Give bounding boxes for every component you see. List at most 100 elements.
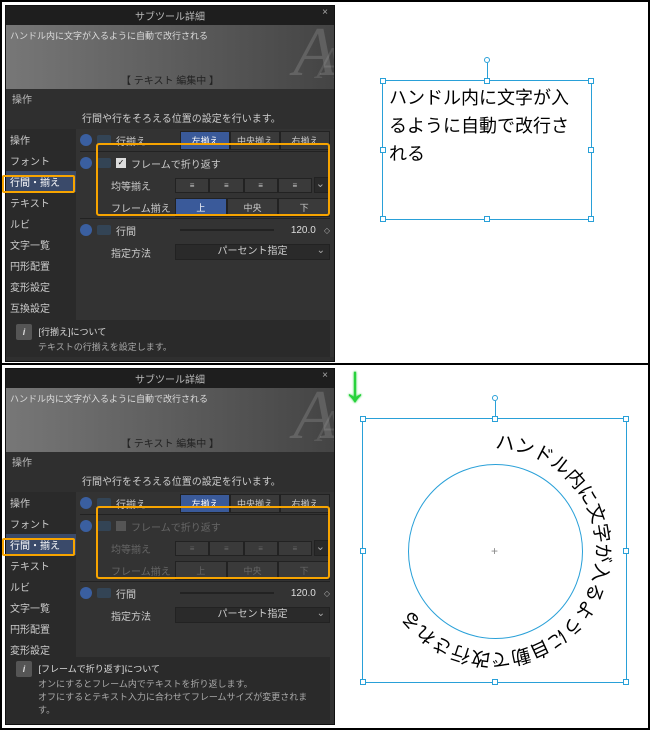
justify-dropdown[interactable] <box>314 540 330 556</box>
align-left-button[interactable]: 左揃え <box>180 494 230 513</box>
preview-text: ハンドル内に文字が入るように自動で改行される <box>10 29 208 42</box>
toggle-icon[interactable] <box>97 158 111 168</box>
close-icon[interactable]: × <box>322 7 328 18</box>
frame-text[interactable]: ハンドル内に文字が入るように自動で改行される <box>389 85 585 169</box>
close-icon[interactable]: × <box>322 370 328 381</box>
resize-handle[interactable] <box>484 78 490 84</box>
sidebar-item-selected[interactable]: 行間・揃え <box>6 534 76 555</box>
spec-dropdown[interactable]: パーセント指定 <box>175 244 330 260</box>
transition-arrow-icon: ↓ <box>342 354 368 414</box>
text-frame[interactable]: + ハンドル内に文字が入るように自動で改行される <box>362 418 627 683</box>
justify-opt[interactable]: ≡ <box>209 178 243 193</box>
sidebar-item[interactable]: 文字一覧 <box>6 597 76 618</box>
section-description: 行間や行をそろえる位置の設定を行います。 <box>6 471 334 492</box>
indicator-icon[interactable] <box>80 497 92 509</box>
linegap-label: 行間 <box>116 586 178 601</box>
sidebar-item-selected[interactable]: 行間・揃え <box>6 171 76 192</box>
sidebar-item[interactable]: 文字一覧 <box>6 234 76 255</box>
align-left-button[interactable]: 左揃え <box>180 131 230 150</box>
resize-handle[interactable] <box>588 147 594 153</box>
toggle-icon[interactable] <box>97 588 111 598</box>
align-right-button[interactable]: 右揃え <box>280 131 330 150</box>
sidebar-item[interactable]: 円形配置 <box>6 618 76 639</box>
frame-align-label: フレーム揃え <box>111 200 173 215</box>
rotate-handle[interactable] <box>492 395 498 401</box>
row-spec: 指定方法 パーセント指定 <box>80 604 330 626</box>
resize-handle[interactable] <box>380 147 386 153</box>
frame-align-bot[interactable]: 下 <box>278 198 330 217</box>
info-title: [行揃え]について <box>39 327 107 337</box>
editing-label: 【 テキスト 編集中 】 <box>6 435 334 450</box>
info-box: i [行揃え]について テキストの行揃えを設定します。 <box>10 320 330 357</box>
linegap-slider[interactable] <box>180 229 274 231</box>
resize-handle[interactable] <box>588 216 594 222</box>
align-center-button[interactable]: 中央揃え <box>230 131 280 150</box>
window-title: サブツール詳細 <box>135 375 205 386</box>
row-frame-align: フレーム揃え 上 中央 下 <box>80 196 330 218</box>
linegap-value[interactable]: 120.0 <box>276 225 322 236</box>
sidebar-item[interactable]: ルビ <box>6 576 76 597</box>
resize-handle[interactable] <box>380 78 386 84</box>
info-title: [フレームで折り返す]について <box>39 664 160 674</box>
toggle-icon[interactable] <box>97 225 111 235</box>
sidebar-item[interactable]: ルビ <box>6 213 76 234</box>
frame-align-top[interactable]: 上 <box>175 198 227 217</box>
sidebar-item[interactable]: 円形配置 <box>6 255 76 276</box>
justify-opt: ≡ <box>244 541 278 556</box>
line-align-label: 行揃え <box>116 133 178 148</box>
justify-opt: ≡ <box>209 541 243 556</box>
frame-align-label: フレーム揃え <box>111 563 173 578</box>
sidebar-item[interactable]: フォント <box>6 150 76 171</box>
toggle-icon[interactable] <box>97 521 111 531</box>
window-titlebar[interactable]: サブツール詳細 × <box>6 369 334 388</box>
wrap-checkbox[interactable] <box>116 521 126 531</box>
indicator-icon[interactable] <box>80 224 92 236</box>
wrap-checkbox[interactable]: ✓ <box>116 158 126 168</box>
align-center-button[interactable]: 中央揃え <box>230 494 280 513</box>
canvas-area-bottom: + ハンドル内に文字が入るように自動で改行される <box>342 368 645 725</box>
sidebar-item[interactable]: テキスト <box>6 555 76 576</box>
sidebar-item[interactable]: テキスト <box>6 192 76 213</box>
sidebar-item[interactable]: 操作 <box>6 492 76 513</box>
indicator-icon[interactable] <box>80 587 92 599</box>
frame-align-mid: 中央 <box>227 561 279 580</box>
justify-dropdown[interactable] <box>314 177 330 193</box>
toggle-icon[interactable] <box>97 498 111 508</box>
rotate-handle[interactable] <box>484 57 490 63</box>
linegap-value[interactable]: 120.0 <box>276 588 322 599</box>
spec-label: 指定方法 <box>111 608 173 623</box>
resize-handle[interactable] <box>588 78 594 84</box>
resize-handle[interactable] <box>484 216 490 222</box>
row-justify: 均等揃え ≡ ≡ ≡ ≡ <box>80 174 330 196</box>
linegap-slider[interactable] <box>180 592 274 594</box>
editing-label: 【 テキスト 編集中 】 <box>6 72 334 87</box>
sidebar-item[interactable]: フォント <box>6 513 76 534</box>
sidebar-item[interactable]: 操作 <box>6 129 76 150</box>
frame-align-mid[interactable]: 中央 <box>227 198 279 217</box>
indicator-icon[interactable] <box>80 134 92 146</box>
resize-handle[interactable] <box>380 216 386 222</box>
window-titlebar[interactable]: サブツール詳細 × <box>6 6 334 25</box>
sidebar-item[interactable]: 互換設定 <box>6 297 76 318</box>
toggle-icon[interactable] <box>97 135 111 145</box>
operation-label: 操作 <box>6 89 334 108</box>
subtool-panel: サブツール詳細 × ハンドル内に文字が入るように自動で改行される A A 【 テ… <box>5 5 335 362</box>
justify-opt[interactable]: ≡ <box>244 178 278 193</box>
subtool-panel: サブツール詳細 × ハンドル内に文字が入るように自動で改行される A A 【 テ… <box>5 368 335 725</box>
justify-label: 均等揃え <box>111 541 173 556</box>
spec-dropdown[interactable]: パーセント指定 <box>175 607 330 623</box>
spec-label: 指定方法 <box>111 245 173 260</box>
indicator-icon[interactable] <box>80 157 92 169</box>
window-title: サブツール詳細 <box>135 12 205 23</box>
text-frame[interactable]: ハンドル内に文字が入るように自動で改行される <box>382 80 592 220</box>
sidebar-item[interactable]: 変形設定 <box>6 276 76 297</box>
justify-opt[interactable]: ≡ <box>278 178 312 193</box>
info-box: i [フレームで折り返す]について オンにするとフレーム内でテキストを折り返しま… <box>10 657 330 720</box>
justify-opt: ≡ <box>278 541 312 556</box>
justify-opt[interactable]: ≡ <box>175 178 209 193</box>
row-linegap: 行間 120.0◇ <box>80 219 330 241</box>
indicator-icon[interactable] <box>80 520 92 532</box>
row-justify: 均等揃え ≡ ≡ ≡ ≡ <box>80 537 330 559</box>
align-right-button[interactable]: 右揃え <box>280 494 330 513</box>
row-wrap: ✓ フレームで折り返す <box>80 152 330 174</box>
